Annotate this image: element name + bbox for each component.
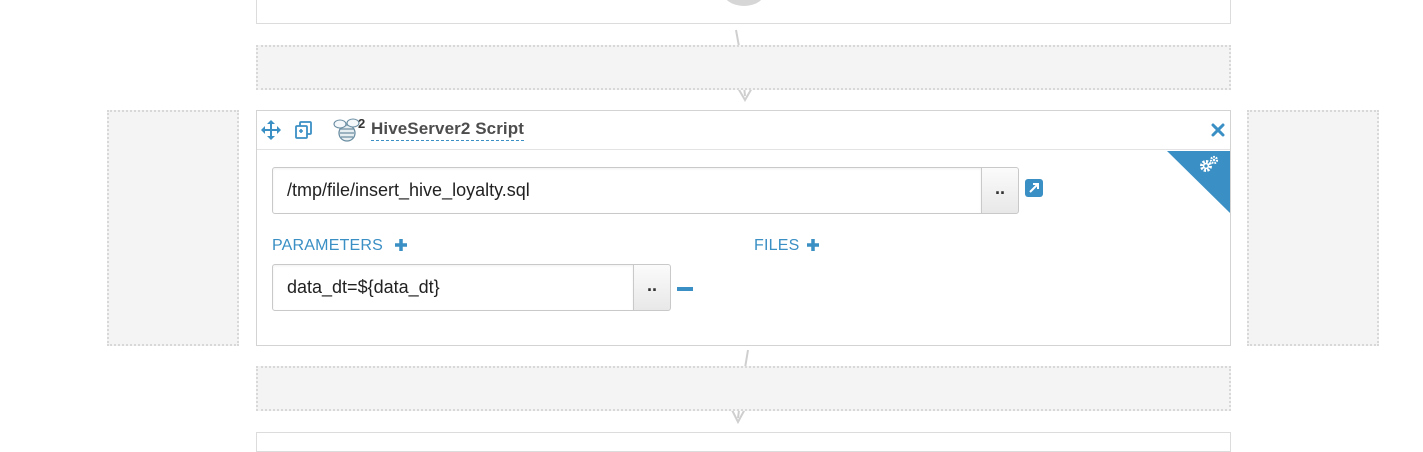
browse-script-button[interactable]: .. [981, 167, 1019, 214]
external-link-icon[interactable] [1025, 179, 1043, 197]
parameter-input[interactable]: data_dt=${data_dt} [272, 264, 634, 311]
drop-zone-right[interactable] [1247, 110, 1379, 346]
drop-zone-left[interactable] [107, 110, 239, 346]
gears-icon[interactable] [1198, 155, 1220, 175]
parameter-browse-button[interactable]: .. [633, 264, 671, 311]
badge-count: 2 [358, 116, 366, 131]
close-icon[interactable] [1211, 123, 1225, 137]
drop-zone-top[interactable] [256, 45, 1231, 90]
copy-icon[interactable] [294, 120, 314, 140]
move-icon[interactable] [261, 120, 281, 140]
hive-action-card: 2 HiveServer2 Script /tmp/file/insert_hi… [256, 110, 1231, 346]
drop-zone-bottom[interactable] [256, 366, 1231, 411]
script-path-input[interactable]: /tmp/file/insert_hive_loyalty.sql [272, 167, 982, 214]
remove-parameter-icon[interactable] [677, 280, 693, 291]
add-file-icon[interactable] [806, 238, 820, 252]
action-title[interactable]: HiveServer2 Script [371, 119, 524, 141]
next-action-card [256, 432, 1231, 452]
parameters-label: PARAMETERS [272, 237, 384, 254]
add-parameter-icon[interactable] [394, 238, 408, 252]
files-label: FILES [754, 237, 800, 254]
hive-bee-icon [333, 118, 361, 144]
header-divider [257, 149, 1230, 150]
